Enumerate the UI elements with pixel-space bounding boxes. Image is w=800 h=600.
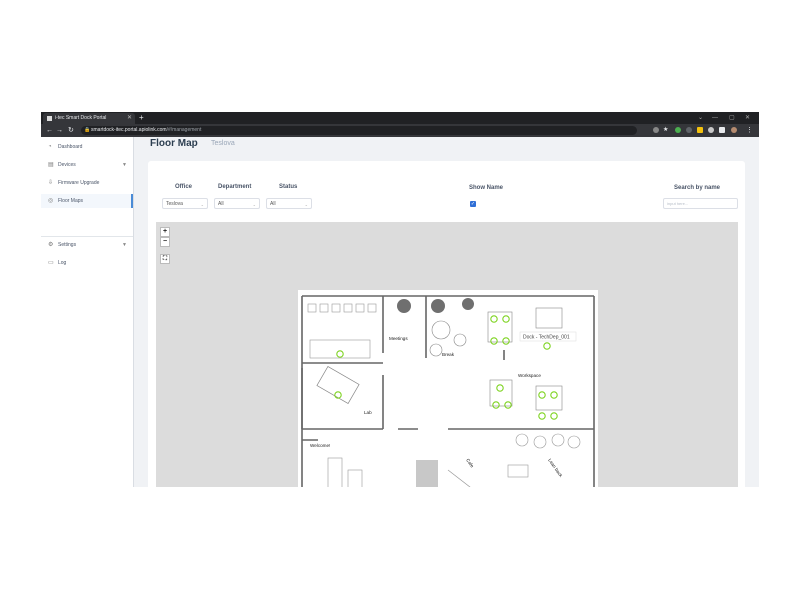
status-label: Status: [279, 184, 298, 190]
search-label: Search by name: [674, 185, 721, 191]
department-select-value: All: [218, 201, 224, 207]
office-label: Office: [175, 184, 193, 190]
floor-map-viewport[interactable]: + − ⛶ Dock - TechDep_001 Meetings Break …: [156, 222, 738, 487]
office-select-value: Teslova: [166, 201, 183, 207]
log-icon: ▭: [48, 260, 54, 266]
room-label-workspace: Workspace: [518, 373, 541, 378]
floor-plan-background: [298, 290, 598, 487]
department-select[interactable]: All ⌄: [214, 198, 260, 209]
room-label-welcome: Welcome!: [310, 443, 330, 448]
chevron-down-icon: ▼: [122, 242, 127, 248]
extension-icon[interactable]: [686, 127, 692, 133]
chevron-down-icon: ⌄: [252, 202, 256, 207]
fullscreen-button[interactable]: ⛶: [160, 254, 170, 264]
puzzle-icon[interactable]: [708, 127, 714, 133]
search-placeholder: input here...: [667, 201, 689, 206]
chevron-down-icon: ▼: [122, 162, 127, 168]
devices-icon: ▤: [48, 162, 54, 168]
address-bar-row: ← → ↻ 🔒 smartdock-itec.portal.apiolink.c…: [41, 124, 759, 137]
pin-icon: ◎: [48, 198, 54, 204]
sidebar-item-label: Log: [58, 260, 67, 266]
sidebar-item-label: Settings: [58, 242, 77, 248]
floor-map-card: Office Teslova ⌄ Department All ⌄ Status…: [148, 161, 745, 487]
menu-icon[interactable]: ⋮: [746, 124, 753, 137]
floor-plan: Dock - TechDep_001 Meetings Break Worksp…: [298, 290, 598, 487]
share-icon[interactable]: [653, 127, 659, 133]
minimize-icon[interactable]: —: [712, 112, 718, 124]
page-title: Floor Map: [150, 138, 198, 149]
tab-bar: i-tec Smart Dock Portal ✕ + ⌄ — ▢ ✕: [41, 112, 759, 124]
sidebar-item-firmware-upgrade[interactable]: ⇩ Firmware Upgrade: [41, 176, 133, 190]
url-host: smartdock-itec.portal.apiolink.com: [91, 127, 167, 133]
extension-icon[interactable]: [697, 127, 703, 133]
avatar[interactable]: [731, 127, 737, 133]
favicon-icon: [47, 116, 52, 121]
gear-icon: ⚙: [48, 242, 54, 248]
room-label-break: Break: [442, 352, 455, 357]
office-select[interactable]: Teslova ⌄: [162, 198, 208, 209]
search-input[interactable]: input here...: [663, 198, 738, 209]
extension-icon[interactable]: [675, 127, 681, 133]
close-window-icon[interactable]: ✕: [745, 112, 750, 124]
bookmark-star-icon[interactable]: ★: [663, 124, 668, 137]
sidebar: ◔ Dashboard ▤ Devices ▼ ⇩ Firmware Upgra…: [41, 137, 134, 487]
sidebar-divider: [41, 236, 133, 237]
show-name-checkbox[interactable]: ✓: [470, 201, 476, 207]
stairs: [416, 460, 438, 487]
new-tab-icon[interactable]: +: [139, 112, 144, 124]
sidebar-item-label: Dashboard: [58, 144, 83, 150]
sidebar-item-label: Firmware Upgrade: [58, 180, 100, 186]
sidebar-item-label: Floor Maps: [58, 198, 84, 204]
sidebar-item-devices[interactable]: ▤ Devices ▼: [41, 158, 133, 172]
forward-icon[interactable]: →: [56, 124, 63, 137]
dashboard-icon: ◔: [48, 144, 52, 150]
maximize-icon[interactable]: ▢: [729, 112, 735, 124]
status-select-value: All: [270, 201, 276, 207]
lock-icon: 🔒: [84, 127, 91, 133]
address-bar[interactable]: 🔒 smartdock-itec.portal.apiolink.com/#/m…: [81, 126, 637, 135]
tab-title: i-tec Smart Dock Portal: [55, 115, 107, 121]
back-icon[interactable]: ←: [46, 124, 53, 137]
show-name-label: Show Name: [469, 185, 504, 191]
upgrade-icon: ⇩: [48, 180, 54, 186]
fullscreen-icon: ⛶: [162, 256, 168, 262]
browser-window: i-tec Smart Dock Portal ✕ + ⌄ — ▢ ✕ ← → …: [41, 112, 759, 487]
sidebar-item-settings[interactable]: ⚙ Settings ▼: [41, 238, 133, 252]
reload-icon[interactable]: ↻: [68, 124, 74, 137]
sidebar-item-dashboard[interactable]: ◔ Dashboard: [41, 140, 133, 154]
dock-tooltip: Dock - TechDep_001: [523, 335, 570, 341]
sidebar-item-label: Devices: [58, 162, 76, 168]
status-select[interactable]: All ⌄: [266, 198, 312, 209]
zoom-in-button[interactable]: +: [160, 227, 170, 237]
page-subtitle: Teslova: [211, 140, 235, 147]
url-path: /#/management: [166, 127, 202, 133]
browser-tab[interactable]: i-tec Smart Dock Portal ✕: [43, 113, 135, 124]
department-label: Department: [218, 184, 252, 190]
room-label-meetings: Meetings: [389, 336, 408, 341]
chevron-down-icon: ⌄: [304, 202, 308, 207]
sidepanel-icon[interactable]: [719, 127, 725, 133]
sidebar-item-floor-maps[interactable]: ◎ Floor Maps: [41, 194, 133, 208]
sidebar-item-log[interactable]: ▭ Log: [41, 256, 133, 270]
zoom-out-button[interactable]: −: [160, 237, 170, 247]
chevron-down-icon[interactable]: ⌄: [698, 112, 703, 124]
chevron-down-icon: ⌄: [200, 202, 204, 207]
room-label-lab: Lab: [364, 410, 372, 415]
close-tab-icon[interactable]: ✕: [127, 113, 132, 124]
